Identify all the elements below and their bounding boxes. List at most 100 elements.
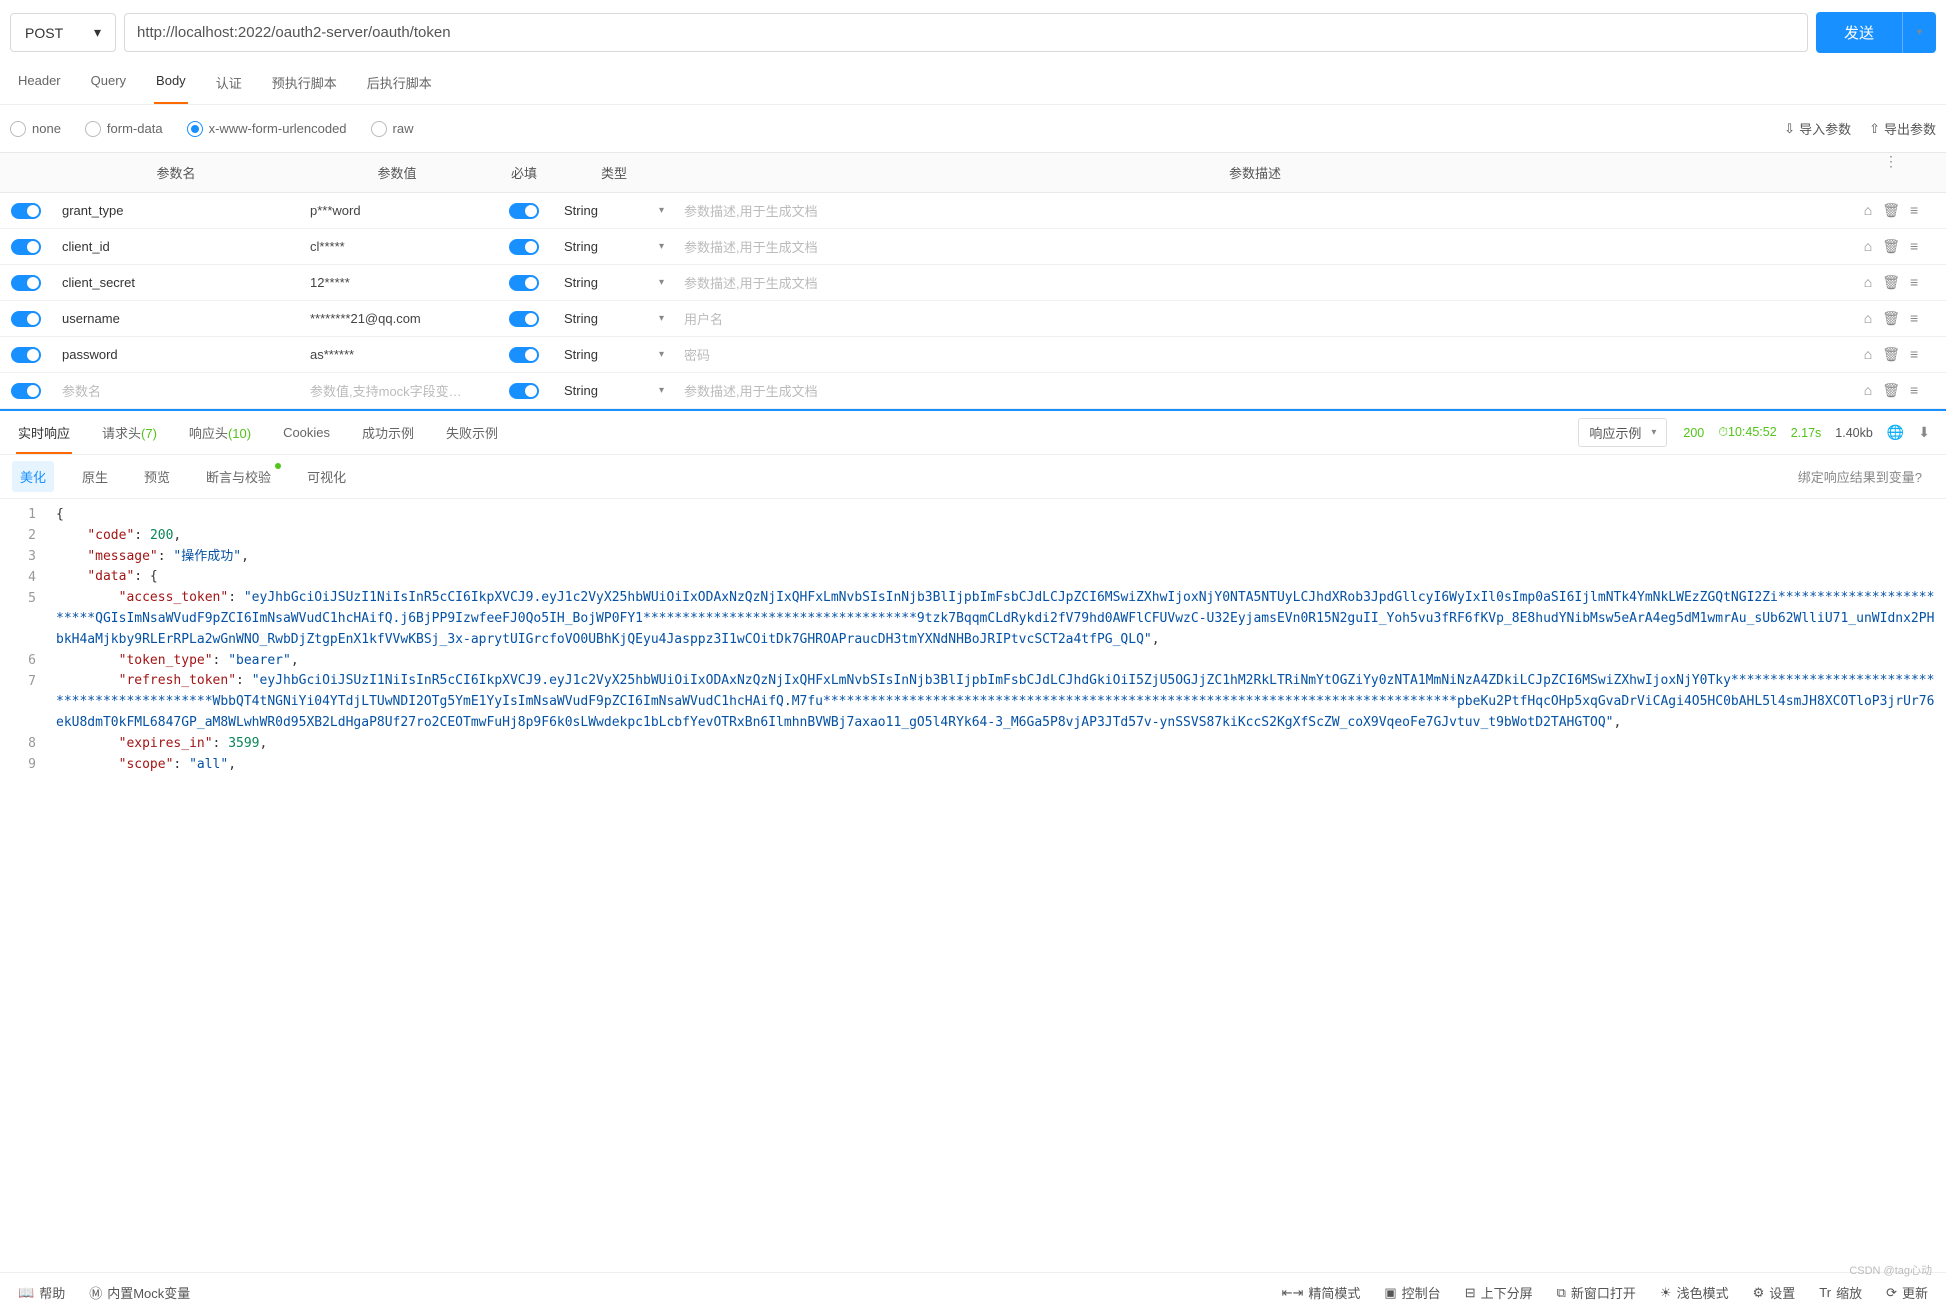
subtab-raw[interactable]: 原生: [74, 461, 116, 492]
response-time: ⏱10:45:52: [1718, 425, 1776, 440]
param-desc-input[interactable]: 密码: [674, 337, 1836, 372]
send-dropdown[interactable]: ▾: [1902, 12, 1936, 53]
param-name-input[interactable]: 参数名: [52, 373, 300, 408]
tab-header[interactable]: Header: [16, 65, 63, 104]
http-method-select[interactable]: POST ▾: [10, 13, 116, 52]
split-button[interactable]: ⊟上下分屏: [1465, 1283, 1533, 1302]
tab-pre-script[interactable]: 预执行脚本: [270, 65, 339, 104]
required-toggle[interactable]: [509, 347, 539, 363]
update-button[interactable]: ⟳更新: [1886, 1283, 1928, 1302]
required-toggle[interactable]: [509, 203, 539, 219]
tab-query[interactable]: Query: [89, 65, 128, 104]
help-button[interactable]: 📖帮助: [18, 1283, 65, 1302]
drag-icon[interactable]: ≡: [1910, 202, 1918, 219]
row-toggle[interactable]: [11, 383, 41, 399]
delete-icon[interactable]: 🗑: [1882, 238, 1900, 255]
zoom-button[interactable]: Tr缩放: [1819, 1283, 1862, 1302]
export-params[interactable]: ⇧导出参数: [1869, 119, 1936, 138]
tab-fail[interactable]: 失败示例: [444, 411, 500, 454]
radio-form-data[interactable]: form-data: [85, 121, 163, 137]
mock-button[interactable]: Ⓜ内置Mock变量: [89, 1283, 190, 1302]
param-desc-input[interactable]: 参数描述,用于生成文档: [674, 193, 1836, 228]
download-icon[interactable]: ⬇: [1918, 424, 1930, 441]
param-desc-input[interactable]: 参数描述,用于生成文档: [674, 229, 1836, 264]
response-size: 1.40kb: [1835, 426, 1873, 440]
cube-icon[interactable]: ⌂: [1864, 238, 1872, 255]
tab-cookies[interactable]: Cookies: [281, 413, 332, 452]
required-toggle[interactable]: [509, 383, 539, 399]
delete-icon[interactable]: 🗑: [1882, 202, 1900, 219]
type-select[interactable]: String▾: [554, 195, 674, 226]
type-select[interactable]: String▾: [554, 339, 674, 370]
row-toggle[interactable]: [11, 239, 41, 255]
response-example-select[interactable]: 响应示例▾: [1578, 418, 1667, 447]
subtab-preview[interactable]: 预览: [136, 461, 178, 492]
delete-icon[interactable]: 🗑: [1882, 346, 1900, 363]
drag-icon[interactable]: ≡: [1910, 346, 1918, 363]
param-value-input[interactable]: 12*****: [300, 267, 494, 298]
simple-mode[interactable]: ⇤⇥精简模式: [1282, 1283, 1361, 1302]
row-toggle[interactable]: [11, 311, 41, 327]
param-value-input[interactable]: 参数值,支持mock字段变…: [300, 373, 494, 408]
param-name-input[interactable]: client_id: [52, 231, 300, 262]
type-select[interactable]: String▾: [554, 375, 674, 406]
param-desc-input[interactable]: 用户名: [674, 301, 1836, 336]
console-button[interactable]: ▣控制台: [1384, 1283, 1440, 1302]
drag-icon[interactable]: ≡: [1910, 274, 1918, 291]
globe-icon[interactable]: 🌐: [1887, 424, 1904, 441]
row-toggle[interactable]: [11, 203, 41, 219]
radio-none[interactable]: none: [10, 121, 61, 137]
required-toggle[interactable]: [509, 275, 539, 291]
tab-auth[interactable]: 认证: [214, 65, 244, 104]
type-select[interactable]: String▾: [554, 303, 674, 334]
bind-variable-link[interactable]: 绑定响应结果到变量?: [1798, 467, 1934, 486]
param-value-input[interactable]: ********21@qq.com: [300, 303, 494, 334]
url-input[interactable]: [124, 13, 1808, 52]
import-params[interactable]: ⇩导入参数: [1784, 119, 1851, 138]
param-value-input[interactable]: as******: [300, 339, 494, 370]
type-select[interactable]: String▾: [554, 267, 674, 298]
tab-req-headers[interactable]: 请求头(7): [100, 411, 159, 454]
param-value-input[interactable]: p***word: [300, 195, 494, 226]
new-window[interactable]: ⧉新窗口打开: [1557, 1283, 1636, 1302]
row-toggle[interactable]: [11, 347, 41, 363]
delete-icon[interactable]: 🗑: [1882, 382, 1900, 399]
table-row: grant_typep***word String▾参数描述,用于生成文档 ⌂ 🗑 ≡: [0, 193, 1946, 229]
param-name-input[interactable]: grant_type: [52, 195, 300, 226]
subtab-visual[interactable]: 可视化: [299, 461, 354, 492]
cube-icon[interactable]: ⌂: [1864, 382, 1872, 399]
delete-icon[interactable]: 🗑: [1882, 310, 1900, 327]
radio-raw[interactable]: raw: [371, 121, 414, 137]
more-icon[interactable]: ⋮: [1884, 153, 1898, 192]
tab-resp-headers[interactable]: 响应头(10): [187, 411, 253, 454]
tab-post-script[interactable]: 后执行脚本: [365, 65, 434, 104]
subtab-pretty[interactable]: 美化: [12, 461, 54, 492]
cube-icon[interactable]: ⌂: [1864, 310, 1872, 327]
drag-icon[interactable]: ≡: [1910, 238, 1918, 255]
type-select[interactable]: String▾: [554, 231, 674, 262]
param-name-input[interactable]: username: [52, 303, 300, 334]
param-value-input[interactable]: cl*****: [300, 231, 494, 262]
subtab-assert[interactable]: 断言与校验: [198, 461, 279, 492]
cube-icon[interactable]: ⌂: [1864, 346, 1872, 363]
cube-icon[interactable]: ⌂: [1864, 274, 1872, 291]
row-toggle[interactable]: [11, 275, 41, 291]
drag-icon[interactable]: ≡: [1910, 382, 1918, 399]
settings-button[interactable]: ⚙设置: [1753, 1283, 1796, 1302]
tab-body[interactable]: Body: [154, 65, 188, 104]
cube-icon[interactable]: ⌂: [1864, 202, 1872, 219]
required-toggle[interactable]: [509, 311, 539, 327]
drag-icon[interactable]: ≡: [1910, 310, 1918, 327]
param-name-input[interactable]: password: [52, 339, 300, 370]
tab-success[interactable]: 成功示例: [360, 411, 416, 454]
param-name-input[interactable]: client_secret: [52, 267, 300, 298]
delete-icon[interactable]: 🗑: [1882, 274, 1900, 291]
param-desc-input[interactable]: 参数描述,用于生成文档: [674, 373, 1836, 408]
chevron-down-icon: ▾: [659, 313, 664, 324]
radio-urlencoded[interactable]: x-www-form-urlencoded: [187, 121, 347, 137]
light-mode[interactable]: ☀浅色模式: [1660, 1283, 1729, 1302]
param-desc-input[interactable]: 参数描述,用于生成文档: [674, 265, 1836, 300]
tab-realtime[interactable]: 实时响应: [16, 411, 72, 454]
send-button[interactable]: 发送 ▾: [1816, 12, 1936, 53]
required-toggle[interactable]: [509, 239, 539, 255]
